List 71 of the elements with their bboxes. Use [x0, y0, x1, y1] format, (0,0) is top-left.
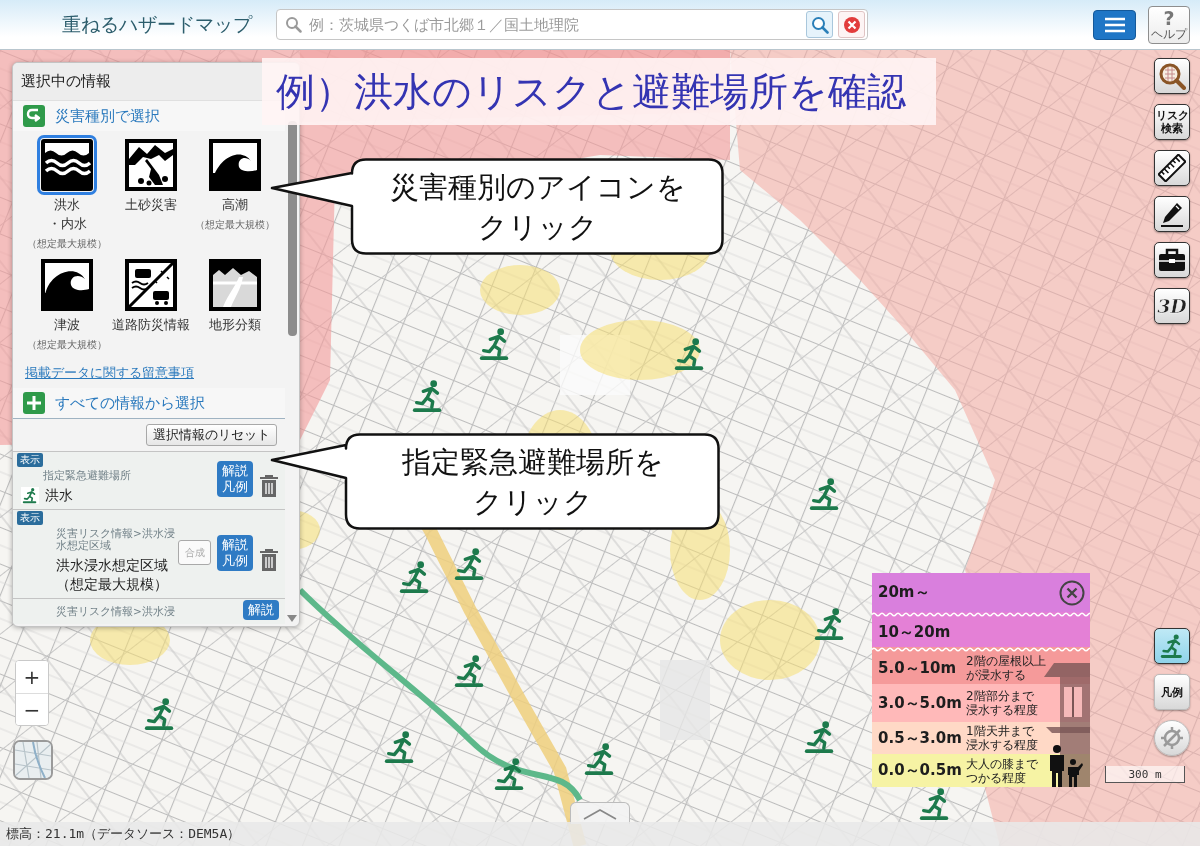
layer-category: 指定緊急避難場所 — [43, 469, 132, 481]
info-legend-button[interactable]: 解説凡例 — [217, 534, 253, 571]
scroll-down-icon[interactable] — [287, 615, 297, 622]
clear-button[interactable] — [838, 11, 865, 38]
hazard-type-button[interactable]: 津波 （想定最大規模） — [25, 255, 109, 352]
depth-label: 20m～ — [878, 583, 931, 602]
trash-icon[interactable] — [259, 548, 279, 571]
risk-search-button[interactable]: リスク検索 — [1154, 104, 1190, 140]
hazard-type-button[interactable]: 洪水 ・内水 （想定最大規模） — [25, 135, 109, 251]
hazard-type-button[interactable]: 土砂災害 — [109, 135, 193, 214]
measure-button[interactable] — [1154, 150, 1190, 186]
depth-label: 5.0～10m — [878, 658, 958, 678]
depth-description: 2階部分まで — [966, 689, 1034, 703]
evacuation-toggle-button[interactable] — [1154, 628, 1190, 664]
depth-description: つかる程度 — [966, 770, 1026, 785]
depth-description: 大人の膝まで — [966, 756, 1038, 771]
search-input[interactable]: 例：茨城県つくば市北郷１／国土地理院 — [307, 14, 801, 35]
depth-description: 2階の屋根以上 — [966, 654, 1046, 668]
hazard-type-button[interactable]: 高潮 （想定最大規模） — [193, 135, 277, 232]
draw-button[interactable] — [1154, 196, 1190, 232]
depth-label: 10～20m — [878, 622, 952, 642]
legend-button[interactable]: 凡例 — [1154, 674, 1190, 710]
info-legend-button[interactable]: 解説 — [243, 600, 279, 620]
depth-label: 0.5～3.0m — [878, 728, 962, 748]
collapse-button[interactable] — [570, 802, 630, 824]
info-legend-button[interactable]: 解説凡例 — [217, 461, 253, 497]
elevation-status: 標高：21.1m（データソース：DEM5A） — [0, 822, 1200, 846]
depth-description: 浸水する程度 — [966, 738, 1038, 752]
layer-name: 洪水 — [45, 486, 74, 505]
layer-name: 洪水浸水想定区域（想定最大規模） — [56, 556, 169, 594]
close-icon — [842, 15, 861, 34]
scale-bar: 300 m — [1105, 766, 1185, 783]
street-map-icon — [15, 742, 51, 778]
depth-description: 1階天井まで — [966, 724, 1034, 738]
layer-category: 災害リスク情報>洪水浸水想定区域 — [56, 527, 176, 551]
visibility-badge[interactable]: 表示 — [17, 453, 43, 467]
visibility-badge[interactable]: 表示 — [17, 511, 43, 525]
depth-label: 0.0～0.5m — [878, 761, 962, 780]
search-field[interactable]: 例：茨城県つくば市北郷１／国土地理院 — [276, 9, 868, 40]
trash-icon[interactable] — [259, 475, 279, 497]
close-icon[interactable] — [1059, 579, 1085, 606]
plus-icon — [23, 392, 45, 414]
notice-link[interactable]: 掲載データに関する留意事項 — [25, 364, 194, 382]
callout-text: 災害種別のアイコンをクリック — [389, 168, 687, 246]
tools-button[interactable] — [1154, 242, 1190, 278]
search-icon — [285, 16, 302, 33]
depth-description: 浸水する程度 — [966, 703, 1038, 717]
magnifier-icon — [1158, 62, 1186, 90]
3d-view-button[interactable]: 3D — [1154, 288, 1190, 324]
map-search-button[interactable] — [1154, 58, 1190, 94]
building-block — [560, 335, 630, 395]
depth-description: が浸水する — [966, 668, 1026, 682]
briefcase-icon — [1158, 248, 1186, 272]
running-person-icon — [21, 487, 39, 504]
reset-button[interactable]: 選択情報のリセット — [146, 424, 277, 446]
search-icon — [810, 15, 829, 34]
menu-icon — [1103, 16, 1126, 33]
layer-category: 災害リスク情報>洪水浸 — [56, 605, 176, 617]
hazard-type-button[interactable]: 道路防災情報 — [109, 255, 193, 334]
hazard-type-button[interactable]: 地形分類 — [193, 255, 277, 334]
search-button[interactable] — [806, 11, 833, 38]
callout-text: 指定緊急避難場所をクリック — [401, 443, 665, 521]
chevron-up-icon — [582, 807, 618, 820]
pencil-icon — [1158, 200, 1186, 228]
app-title: 重ねるハザードマップ — [62, 11, 252, 37]
depth-label: 3.0～5.0m — [878, 693, 962, 713]
ruler-icon — [1158, 154, 1186, 182]
help-button[interactable]: ? ヘルプ — [1148, 5, 1190, 44]
zoom-out-button[interactable]: − — [16, 693, 48, 725]
crosshair-icon — [1159, 725, 1185, 751]
menu-button[interactable] — [1093, 9, 1136, 40]
